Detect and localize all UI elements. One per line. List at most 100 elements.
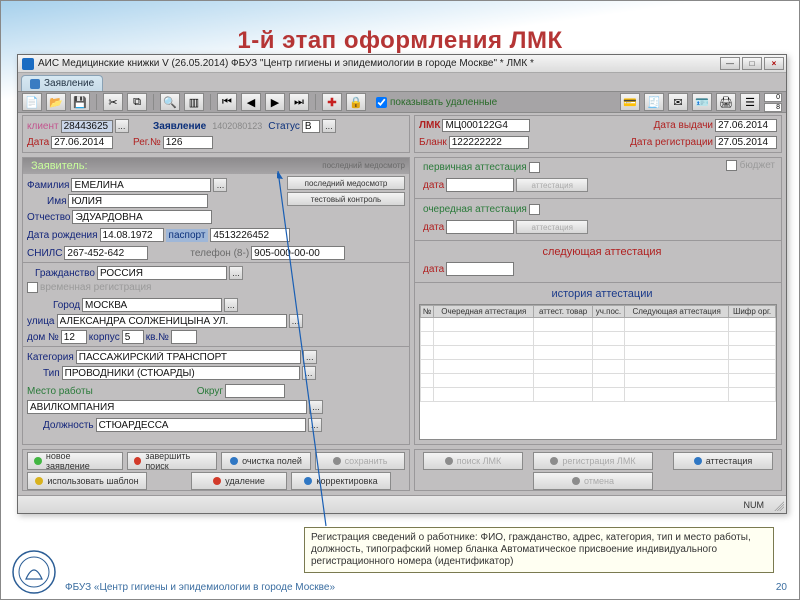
flat-input[interactable] [171, 330, 197, 344]
tool-cut-icon[interactable]: ✂ [103, 93, 123, 111]
phone-input[interactable] [251, 246, 345, 260]
tool-lock-icon[interactable]: 🔒 [346, 93, 366, 111]
upcoming-date-label: дата [423, 264, 444, 275]
status-input[interactable] [302, 120, 320, 133]
name-input[interactable] [68, 194, 208, 208]
table-header[interactable]: Очередная аттестация [434, 306, 534, 318]
correct-button[interactable]: корректировка [291, 472, 391, 490]
workplace-lookup-button[interactable]: … [309, 400, 323, 414]
dob-input[interactable] [100, 228, 164, 242]
city-lookup-button[interactable]: … [224, 298, 238, 312]
client-input[interactable] [61, 120, 113, 133]
table-header[interactable]: аттест. товар [534, 306, 592, 318]
table-row[interactable] [421, 388, 776, 402]
blank-input[interactable] [449, 136, 529, 149]
panel-actions-left: новое заявление завершить поиск очистка … [22, 449, 410, 491]
korpus-input[interactable] [122, 330, 144, 344]
cancel-button[interactable]: отмена [533, 472, 653, 490]
finish-search-button[interactable]: завершить поиск [127, 452, 217, 470]
position-input[interactable] [96, 418, 306, 432]
tool-mail-icon[interactable]: ✉ [668, 93, 688, 111]
tool-receipt-icon[interactable]: 🧾 [644, 93, 664, 111]
street-input[interactable] [57, 314, 287, 328]
resize-grip-icon[interactable] [772, 499, 784, 511]
lmk-input[interactable] [442, 119, 530, 132]
lmk-search-button[interactable]: поиск ЛМК [423, 452, 523, 470]
tool-id-icon[interactable]: 🪪 [692, 93, 712, 111]
upcoming-date-input[interactable] [446, 262, 514, 276]
category-lookup-button[interactable]: … [303, 350, 317, 364]
attestation-history-table[interactable]: №Очередная аттестацияаттест. товаруч.пос… [419, 304, 777, 440]
use-template-button[interactable]: использовать шаблон [27, 472, 147, 490]
clear-fields-button[interactable]: очистка полей [221, 452, 311, 470]
type-lookup-button[interactable]: … [302, 366, 316, 380]
window-close-button[interactable]: × [764, 57, 784, 70]
tool-last-icon[interactable]: ⏭ [289, 93, 309, 111]
tab-application[interactable]: Заявление [21, 75, 103, 91]
table-header[interactable]: Следующая аттестация [625, 306, 729, 318]
test-control-button[interactable]: тестовый контроль [287, 192, 405, 206]
tool-copy-icon[interactable]: ⧉ [127, 93, 147, 111]
tool-save-icon[interactable]: 💾 [70, 93, 90, 111]
primary-date-input[interactable] [446, 178, 514, 192]
tool-list-icon[interactable]: ☰ [740, 93, 760, 111]
tool-first-icon[interactable]: ⏮ [217, 93, 237, 111]
window-minimize-button[interactable]: — [720, 57, 740, 70]
tool-medical-icon[interactable]: ✚ [322, 93, 342, 111]
tool-search-icon[interactable]: 🔍 [160, 93, 180, 111]
primary-att-checkbox[interactable] [529, 162, 540, 173]
house-input[interactable] [61, 330, 87, 344]
date-input[interactable] [51, 136, 113, 149]
new-app-button[interactable]: новое заявление [27, 452, 123, 470]
lmk-reg-button[interactable]: регистрация ЛМК [533, 452, 653, 470]
table-row[interactable] [421, 318, 776, 332]
table-header[interactable]: Шифр орг. [729, 306, 776, 318]
category-input[interactable] [76, 350, 301, 364]
passport-input[interactable] [210, 228, 290, 242]
citizenship-lookup-button[interactable]: … [229, 266, 243, 280]
table-row[interactable] [421, 346, 776, 360]
type-input[interactable] [62, 366, 300, 380]
table-row[interactable] [421, 360, 776, 374]
table-row[interactable] [421, 332, 776, 346]
tool-next-icon[interactable]: ▶ [265, 93, 285, 111]
okrug-input[interactable] [225, 384, 285, 398]
snils-input[interactable] [64, 246, 148, 260]
next-date-input[interactable] [446, 220, 514, 234]
attestation-button[interactable]: аттестация [673, 452, 773, 470]
last-exam-button[interactable]: последний медосмотр [287, 176, 405, 190]
table-header[interactable]: уч.пос. [592, 306, 624, 318]
temp-reg-checkbox[interactable] [27, 282, 38, 293]
upcoming-att-header: следующая аттестация [415, 244, 781, 260]
issue-date-input[interactable] [715, 119, 777, 132]
tool-card-icon[interactable]: 💳 [620, 93, 640, 111]
tool-filter-icon[interactable]: ▥ [184, 93, 204, 111]
tool-open-icon[interactable]: 📂 [46, 93, 66, 111]
tool-prev-icon[interactable]: ◀ [241, 93, 261, 111]
surname-input[interactable] [71, 178, 211, 192]
workplace-input[interactable] [27, 400, 307, 414]
reg-date-input[interactable] [715, 136, 777, 149]
budget-checkbox[interactable] [726, 160, 737, 171]
regno-input[interactable] [163, 136, 213, 149]
delete-button[interactable]: удаление [191, 472, 287, 490]
status-lookup-button[interactable]: … [322, 119, 336, 133]
client-lookup-button[interactable]: … [115, 119, 129, 133]
citizenship-input[interactable] [97, 266, 227, 280]
street-lookup-button[interactable]: … [289, 314, 303, 328]
table-row[interactable] [421, 374, 776, 388]
tool-new-icon[interactable]: 📄 [22, 93, 42, 111]
next-att-checkbox[interactable] [529, 204, 540, 215]
table-header[interactable]: № [421, 306, 434, 318]
patronymic-input[interactable] [72, 210, 212, 224]
surname-lookup-button[interactable]: … [213, 178, 227, 192]
show-deleted-checkbox[interactable]: показывать удаленные [376, 97, 497, 108]
city-input[interactable] [82, 298, 222, 312]
window-maximize-button[interactable]: □ [742, 57, 762, 70]
position-lookup-button[interactable]: … [308, 418, 322, 432]
save-button[interactable]: сохранить [315, 452, 405, 470]
korpus-label: корпус [89, 332, 120, 343]
next-att-button[interactable]: аттестация [516, 220, 588, 234]
primary-att-button[interactable]: аттестация [516, 178, 588, 192]
tool-print-icon[interactable]: 🖨 [716, 93, 736, 111]
